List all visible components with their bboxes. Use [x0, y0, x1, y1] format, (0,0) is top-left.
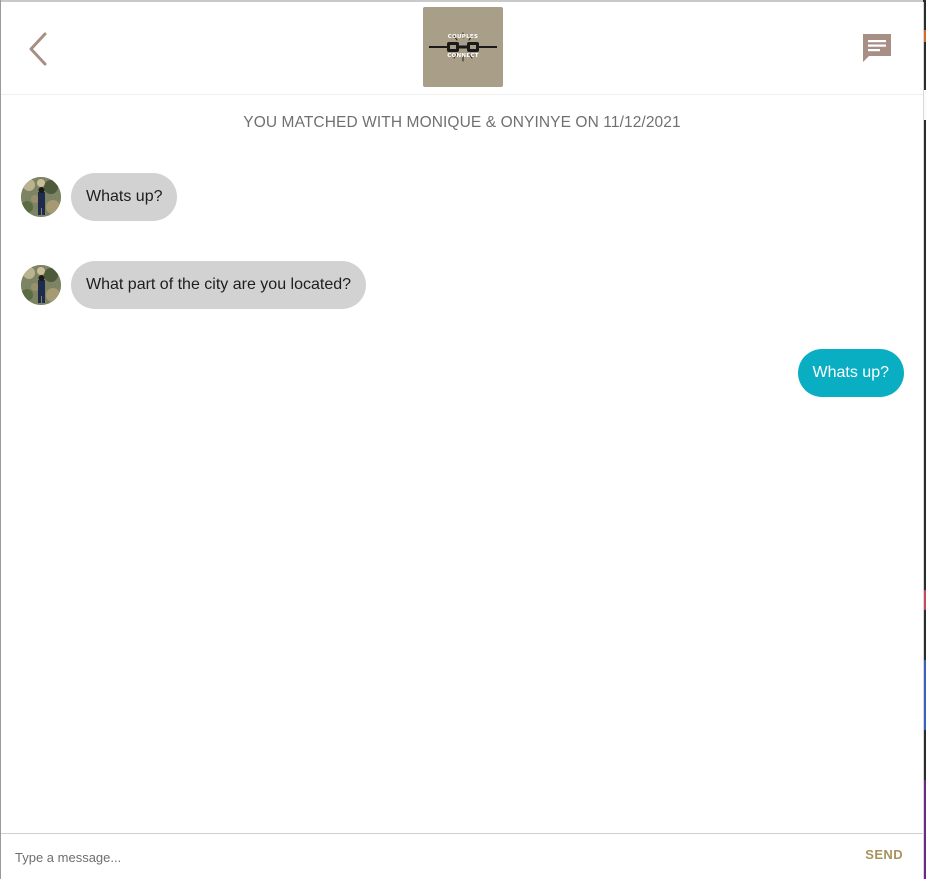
logo-text-top: COUPLES	[447, 34, 479, 40]
couples-connect-logo: COUPLES CONNECT	[423, 7, 503, 87]
match-banner: YOU MATCHED WITH MONIQUE & ONYINYE ON 11…	[243, 114, 681, 131]
avatar[interactable]	[21, 177, 61, 217]
message-bubble: What part of the city are you located?	[71, 261, 367, 309]
back-button[interactable]	[23, 30, 55, 68]
avatar[interactable]	[21, 265, 61, 305]
message-icon	[863, 34, 891, 62]
message-composer: SEND	[1, 833, 923, 880]
message-input[interactable]	[15, 846, 835, 868]
message-outgoing: Whats up?	[797, 349, 904, 397]
logo-text-bottom: CONNECT	[447, 53, 479, 59]
chevron-left-icon	[29, 32, 47, 66]
send-button[interactable]: SEND	[865, 847, 903, 862]
chat-button[interactable]	[860, 31, 894, 65]
chat-header: COUPLES CONNECT	[1, 2, 923, 95]
chat-window: COUPLES CONNECT YOU MATCHED WITH MONIQUE…	[1, 2, 924, 880]
message-bubble: Whats up?	[71, 173, 178, 221]
